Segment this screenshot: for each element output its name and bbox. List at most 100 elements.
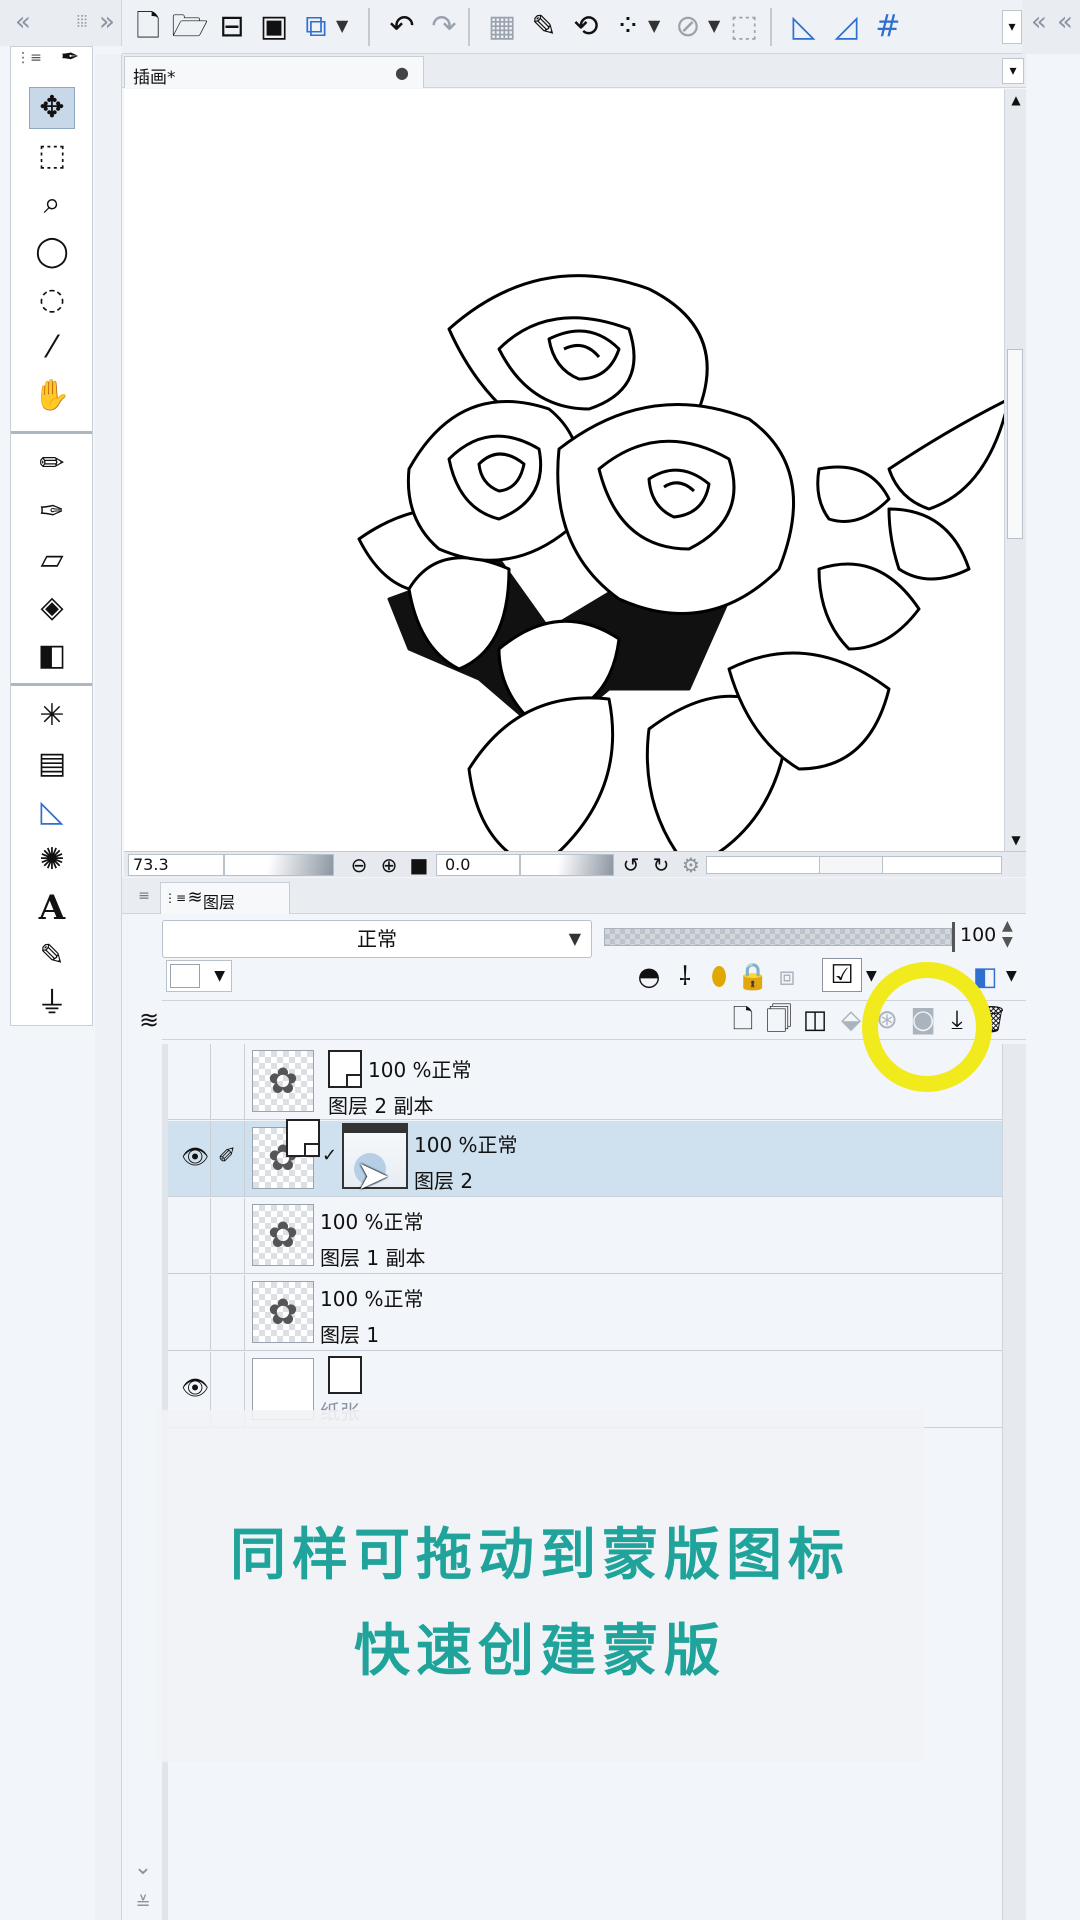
grid-icon[interactable]: # [870, 8, 906, 46]
eraser-tool-icon[interactable]: ▱ [29, 539, 75, 581]
panel-menu-icon[interactable]: ⋮≡ [15, 45, 43, 71]
scroll-thumb[interactable] [1007, 349, 1023, 539]
fit-view-icon[interactable]: ■ [406, 852, 432, 878]
figure-tool-icon[interactable]: ✳ [29, 695, 75, 737]
tab-dropdown-icon[interactable]: ▾ [1002, 58, 1024, 84]
frame-border-tool-icon[interactable]: ▤ [29, 743, 75, 785]
new-folder-icon[interactable]: ◫ [798, 1003, 832, 1037]
chevron-down-icon[interactable]: ▼ [1006, 968, 1017, 984]
eye-icon[interactable]: 👁 [181, 1145, 209, 1171]
ruler-icon[interactable]: ◺ [786, 8, 822, 46]
eye-icon[interactable]: 👁 [181, 1376, 209, 1402]
hscroll-thumb[interactable] [819, 857, 883, 873]
reset-rotation-icon[interactable]: ⚙ [678, 852, 704, 878]
clip-layer-icon[interactable]: ⬮ [702, 960, 736, 994]
chevron-down-icon[interactable]: ⌄ [128, 1856, 158, 1880]
layer-name[interactable]: 图层 2 副本 [328, 1090, 433, 1119]
opacity-spinner-icon[interactable]: ▲ ▼ [1002, 918, 1013, 950]
panel-menu-icon[interactable]: ⋮≡ [164, 887, 186, 909]
reference-layer-icon[interactable]: ◓ [632, 960, 666, 994]
lock-transparency-icon[interactable]: ⧈ [770, 960, 804, 994]
expand-right-icon[interactable]: » [94, 4, 120, 40]
layer-tab-label: 图层 [203, 893, 236, 912]
zoom-in-icon[interactable]: ⊕ [376, 852, 402, 878]
layer-name[interactable]: 图层 1 副本 [320, 1242, 425, 1271]
scroll-down-icon[interactable]: ▼ [1008, 831, 1024, 849]
toolbar-overflow-icon[interactable]: ▾ [1002, 10, 1022, 44]
auto-action-icon[interactable]: ⧉ [298, 8, 334, 46]
frame-icon[interactable]: ⬚ [726, 8, 762, 46]
layer-row-selected[interactable]: 👁 ✐ ✿ ✓ ➤ 100 %正常 图层 2 [168, 1119, 1006, 1199]
expand-down-icon[interactable]: ≚ [128, 1892, 158, 1916]
rotate-left-icon[interactable]: ↺ [618, 852, 644, 878]
lock-icon[interactable]: 🔒 [736, 960, 770, 994]
layer-name[interactable]: 图层 2 [414, 1165, 473, 1194]
object-tool-icon[interactable]: ⬚ [29, 135, 75, 177]
blend-mode-select[interactable]: 正常 ▼ [162, 920, 592, 958]
mask-display-icon[interactable]: ☑ [822, 958, 862, 992]
undo-icon[interactable]: ↶ [384, 8, 420, 46]
auto-action-dropdown-icon[interactable]: ▼ [336, 16, 348, 35]
canvas-vertical-scrollbar[interactable]: ▲ ▼ [1004, 89, 1026, 851]
zoom-slider[interactable] [224, 854, 334, 876]
open-folder-icon[interactable]: 🗁 [171, 8, 208, 46]
new-file-icon[interactable]: 🗋 [130, 8, 166, 46]
layer-color-select[interactable]: ▼ [166, 960, 232, 992]
opacity-value[interactable]: 100 [960, 924, 996, 946]
selection-icon[interactable]: ⁘ [610, 8, 646, 46]
perspective-icon[interactable]: ◿ [828, 8, 864, 46]
ruler-tool-icon[interactable]: ◺ [29, 791, 75, 833]
pen-tool-icon[interactable]: ✏ [29, 443, 75, 485]
snap-icon[interactable]: ⊘ [670, 8, 706, 46]
pen-nib-icon[interactable]: ✒ [55, 43, 85, 73]
gradient-tool-icon[interactable]: ◧ [29, 635, 75, 677]
scroll-up-icon[interactable]: ▲ [1008, 91, 1024, 109]
chevron-down-icon[interactable]: ▼ [866, 968, 877, 984]
collapse-left-icon[interactable]: « [1052, 4, 1078, 40]
correct-line-tool-icon[interactable]: ⏚ [29, 983, 75, 1025]
save-icon[interactable]: ▣ [256, 8, 292, 46]
panel-grip-icon[interactable]: ≡ [134, 886, 154, 906]
document-tab[interactable]: 插画* ● [124, 56, 424, 88]
pencil-icon[interactable]: ✐ [214, 1143, 240, 1171]
rotate-right-icon[interactable]: ↻ [648, 852, 674, 878]
transform-icon[interactable]: ⟲ [568, 8, 604, 46]
zoom-out-icon[interactable]: ⊖ [346, 852, 372, 878]
rotation-slider[interactable] [520, 854, 614, 876]
hand-tool-icon[interactable]: ✋ [29, 375, 75, 417]
canvas-horizontal-scrollbar[interactable] [706, 856, 1002, 874]
drawing-canvas[interactable] [124, 89, 1004, 851]
layer-row[interactable]: ✿ 100 %正常 图层 1 副本 [168, 1198, 1006, 1274]
window-icon[interactable]: ⊟ [214, 8, 250, 46]
lasso-tool-icon[interactable]: ◯ [29, 231, 75, 273]
zoom-tool-icon[interactable]: ⌕ [29, 183, 75, 225]
layer-tab[interactable]: ⋮≡ ≋ 图层 [160, 882, 290, 914]
balloon-tool-icon[interactable]: ✎ [29, 935, 75, 977]
collapse-left-icon[interactable]: « [1026, 4, 1052, 40]
eyedropper-icon[interactable]: ✎ [526, 8, 562, 46]
eyedropper-tool-icon[interactable]: ⁄ [29, 327, 75, 369]
clear-icon[interactable]: ▦ [484, 8, 520, 46]
redo-icon[interactable]: ↷ [426, 8, 462, 46]
rotation-value[interactable]: 0.0 [436, 854, 520, 876]
grip-icon[interactable]: ⦙⦙⦙ [70, 8, 94, 36]
move-tool-icon[interactable]: ✥ [29, 87, 75, 129]
effect-line-tool-icon[interactable]: ✺ [29, 839, 75, 881]
draft-layer-icon[interactable]: ⸸ [668, 960, 702, 994]
layer-name[interactable]: 图层 1 [320, 1319, 379, 1348]
layer-list-scrollbar[interactable] [1002, 1044, 1026, 1920]
zoom-value[interactable]: 73.3 [128, 854, 224, 876]
unsaved-dot-icon[interactable]: ● [395, 63, 409, 82]
collapse-left-icon[interactable]: « [8, 4, 38, 40]
fill-tool-icon[interactable]: ◈ [29, 587, 75, 629]
new-raster-layer-icon[interactable]: 🗋 [726, 1003, 760, 1037]
opacity-slider[interactable] [604, 928, 952, 946]
layer-row[interactable]: ✿ 100 %正常 图层 1 [168, 1275, 1006, 1351]
opacity-slider-handle[interactable] [952, 922, 955, 952]
text-tool-icon[interactable]: A [29, 887, 75, 929]
new-vector-layer-icon[interactable]: 🗍 [762, 1003, 796, 1037]
selection-dropdown-icon[interactable]: ▼ [648, 16, 660, 35]
brush-tool-icon[interactable]: ✑ [29, 491, 75, 533]
snap-dropdown-icon[interactable]: ▼ [708, 16, 720, 35]
auto-select-tool-icon[interactable]: ◌ [29, 279, 75, 321]
